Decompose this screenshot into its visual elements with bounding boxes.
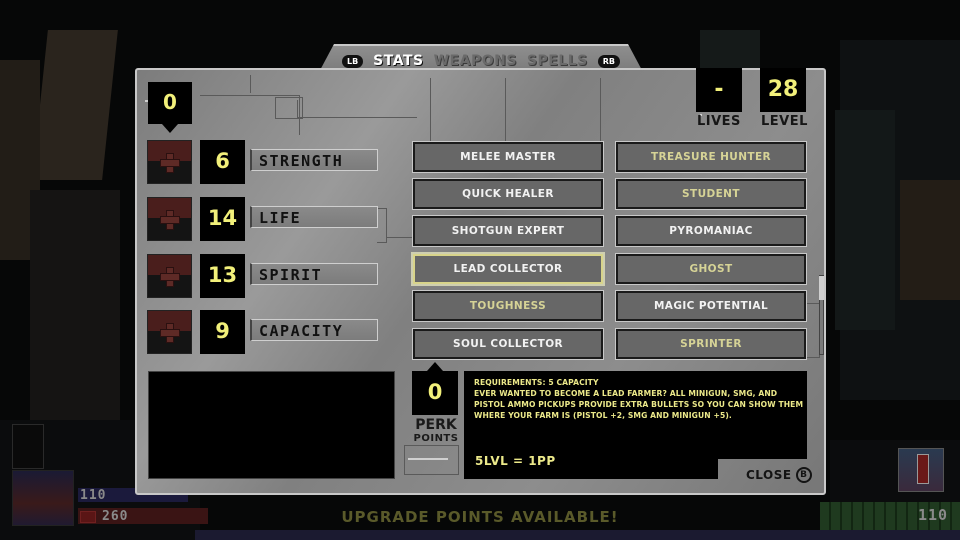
stat-row-life: 14 LIFE: [147, 197, 379, 243]
level-value: 28: [767, 77, 799, 102]
perk-label: GHOST: [689, 263, 733, 275]
perk-label: QUICK HEALER: [462, 188, 554, 200]
plus-icon: [160, 159, 180, 167]
armor-value: 110: [80, 488, 107, 503]
stat-value-box: 13: [200, 254, 245, 298]
perk-student[interactable]: STUDENT: [615, 178, 807, 210]
background-pillar: [32, 30, 118, 180]
circuit-trace: [297, 100, 417, 118]
menu-tabs: LB STATS WEAPONS SPELLS RB: [318, 50, 644, 72]
perk-scrollbar-thumb[interactable]: [819, 276, 824, 300]
perk-shotgun-expert[interactable]: SHOTGUN EXPERT: [412, 215, 604, 247]
circuit-trace: [404, 445, 459, 475]
perk-description: REQUIREMENTS: 5 CAPACITY EVER WANTED TO …: [474, 377, 804, 421]
perk-label: LEAD COLLECTOR: [453, 263, 563, 275]
perk-points-counter: 0: [412, 362, 458, 415]
stat-name-plate: CAPACITY: [250, 319, 378, 341]
perk-label: MAGIC POTENTIAL: [653, 300, 769, 312]
perk-lead-collector[interactable]: LEAD COLLECTOR: [411, 252, 605, 286]
stat-name-plate: STRENGTH: [250, 149, 378, 171]
perk-sprinter[interactable]: SPRINTER: [615, 328, 807, 360]
rb-button-icon[interactable]: RB: [597, 54, 621, 68]
increase-spirit-button[interactable]: [147, 254, 192, 298]
perk-ghost[interactable]: GHOST: [615, 253, 807, 285]
stat-name: CAPACITY: [259, 322, 344, 340]
lives-box: -: [696, 68, 742, 112]
perk-label: STUDENT: [682, 188, 740, 200]
ammo-icon: [898, 448, 944, 492]
stat-row-spirit: 13 SPIRIT: [147, 254, 379, 300]
increase-strength-button[interactable]: [147, 140, 192, 184]
stat-points-value: 0: [163, 90, 177, 114]
perk-soul-collector[interactable]: SOUL COLLECTOR: [412, 328, 604, 360]
stat-row-capacity: 9 CAPACITY: [147, 310, 379, 356]
background-pillar: [700, 30, 760, 70]
stat-value: 13: [207, 263, 238, 287]
stat-value: 9: [215, 319, 230, 343]
perk-pyromaniac[interactable]: PYROMANIAC: [615, 215, 807, 247]
increase-life-button[interactable]: [147, 197, 192, 241]
hud-monitor: [12, 424, 44, 469]
stat-name-plate: LIFE: [250, 206, 378, 228]
perk-label: SOUL COLLECTOR: [452, 338, 564, 350]
stat-value-box: 14: [200, 197, 245, 241]
stat-value-box: 9: [200, 310, 245, 354]
plus-icon: [160, 329, 180, 337]
stat-name: STRENGTH: [259, 152, 344, 170]
stat-value: 14: [207, 206, 238, 230]
circuit-trace: [505, 78, 506, 142]
circuit-trace: [250, 75, 251, 93]
close-button[interactable]: CLOSE B: [746, 467, 812, 483]
plus-icon: [160, 216, 180, 224]
perk-magic-potential[interactable]: MAGIC POTENTIAL: [615, 290, 807, 322]
perk-points-label: PERK: [415, 417, 457, 433]
perk-quick-healer[interactable]: QUICK HEALER: [412, 178, 604, 210]
perk-label: SPRINTER: [680, 338, 742, 350]
perk-label: TREASURE HUNTER: [650, 151, 772, 163]
perk-description-body: EVER WANTED TO BECOME A LEAD FARMER? ALL…: [474, 389, 804, 420]
background-pillar: [835, 110, 895, 330]
circuit-trace: [430, 78, 431, 142]
stat-row-strength: 6 STRENGTH: [147, 140, 379, 186]
upgrade-points-banner: UPGRADE POINTS AVAILABLE!: [341, 508, 619, 526]
plus-icon: [160, 273, 180, 281]
perk-label: MELEE MASTER: [460, 151, 556, 163]
close-label: CLOSE: [746, 468, 792, 482]
perk-melee-master[interactable]: MELEE MASTER: [412, 141, 604, 173]
perk-label: SHOTGUN EXPERT: [451, 225, 565, 237]
tab-stats[interactable]: STATS: [373, 53, 423, 69]
stat-name: SPIRIT: [259, 266, 323, 284]
level-label: LEVEL: [761, 114, 808, 129]
circuit-trace: [387, 237, 413, 238]
background-pillar: [30, 190, 120, 420]
stat-value-box: 6: [200, 140, 245, 184]
perk-point-cost: 5LVL = 1PP: [475, 454, 556, 468]
perk-points-value: 0: [427, 380, 443, 404]
increase-capacity-button[interactable]: [147, 310, 192, 354]
tab-weapons[interactable]: WEAPONS: [434, 53, 517, 69]
tab-spells[interactable]: SPELLS: [527, 53, 588, 69]
perk-points-label: POINTS: [413, 433, 459, 444]
circuit-trace: [600, 78, 601, 142]
lb-button-icon[interactable]: LB: [341, 54, 364, 68]
lives-label: LIVES: [697, 114, 741, 129]
circuit-highlight: [408, 458, 448, 460]
circuit-trace: [806, 303, 820, 358]
perk-toughness[interactable]: TOUGHNESS: [412, 290, 604, 322]
b-button-icon: B: [795, 467, 812, 483]
bottom-strip: [195, 530, 960, 540]
stat-name: LIFE: [259, 209, 302, 227]
perk-label: PYROMANIAC: [669, 225, 753, 237]
stat-name-plate: SPIRIT: [250, 263, 378, 285]
perk-preview-box: [148, 371, 395, 479]
stat-value: 6: [215, 149, 230, 173]
perk-label: TOUGHNESS: [469, 300, 547, 312]
perk-treasure-hunter[interactable]: TREASURE HUNTER: [615, 141, 807, 173]
level-box: 28: [760, 68, 806, 112]
stat-points-counter: 0: [148, 82, 192, 133]
lives-value: -: [714, 77, 724, 102]
background-pillar: [900, 180, 960, 300]
circuit-trace: [200, 95, 275, 96]
perk-requirements: REQUIREMENTS: 5 CAPACITY: [474, 378, 599, 387]
